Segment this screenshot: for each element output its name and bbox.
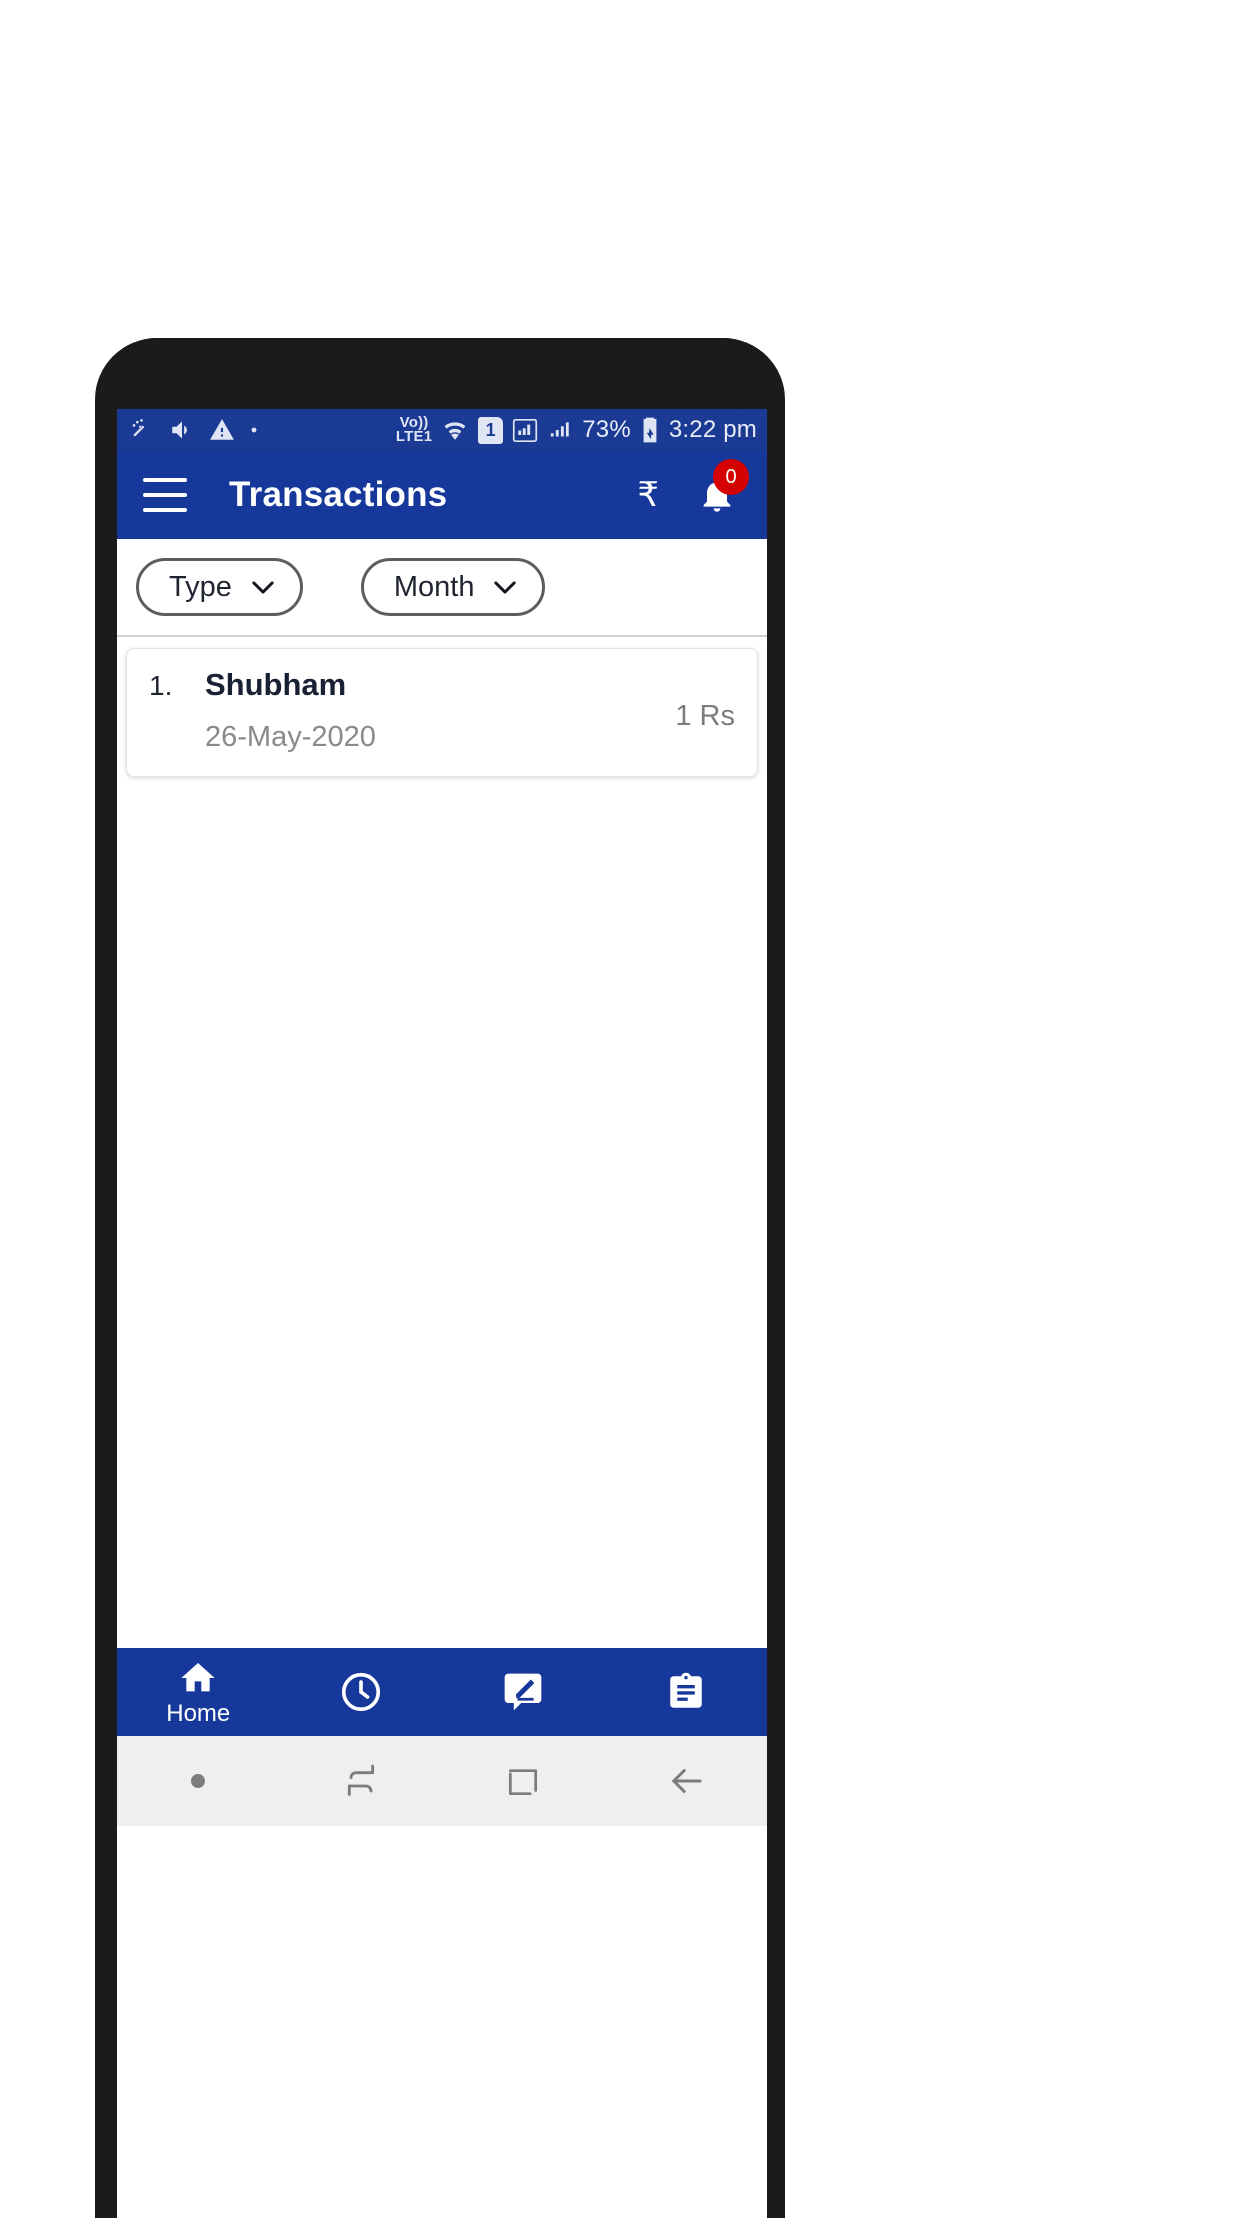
- notification-bell-button[interactable]: 0: [697, 459, 749, 515]
- bottom-navigation: Home: [117, 1648, 767, 1736]
- hamburger-line-3: [143, 508, 187, 512]
- app-bar-actions: ₹ 0: [637, 459, 749, 515]
- status-bar-right-icons: Vo)) LTE1 1 73% 3:22 pm: [395, 415, 757, 445]
- nav-item-home-label: Home: [166, 1700, 231, 1727]
- transaction-header: 1. Shubham: [149, 667, 675, 703]
- sim1-icon: 1: [478, 416, 504, 444]
- chevron-down-icon: [494, 580, 517, 594]
- phone-screen: Vo)) LTE1 1 73% 3:22 pm Transactions ₹ 0…: [117, 409, 767, 2218]
- warning-icon: [210, 419, 234, 440]
- hamburger-line-1: [143, 478, 187, 482]
- dot-icon: [191, 1774, 206, 1788]
- system-navigation-bar: [117, 1736, 767, 1826]
- back-arrow-icon: [672, 1769, 702, 1793]
- wifi-icon: [444, 422, 466, 440]
- signal2-icon: [550, 422, 569, 437]
- home-icon: [181, 1663, 215, 1692]
- dot-icon: [251, 427, 257, 433]
- transaction-index: 1.: [149, 670, 173, 701]
- switch-apps-icon: [347, 1764, 374, 1796]
- transaction-details: 1. Shubham 26-May-2020: [149, 667, 675, 754]
- magic-wand-icon: [132, 418, 145, 437]
- recents-square-icon: [509, 1769, 538, 1796]
- history-clock-icon: [341, 1672, 380, 1712]
- chevron-down-icon: [252, 580, 274, 594]
- clipboard-icon: [670, 1672, 702, 1708]
- notification-badge-count: 0: [713, 459, 749, 495]
- transaction-name: Shubham: [205, 667, 347, 702]
- volte-line2: LTE1: [395, 428, 433, 445]
- hamburger-menu-icon[interactable]: [143, 478, 187, 512]
- clock-time: 3:22 pm: [668, 416, 757, 443]
- transaction-amount: 1 Rs: [675, 700, 735, 732]
- signal-icon: [513, 418, 538, 442]
- filter-chip-month[interactable]: Month: [360, 558, 546, 616]
- table-row[interactable]: 1. Shubham 26-May-2020 1 Rs: [126, 648, 758, 777]
- filter-chip-month-label: Month: [393, 570, 475, 603]
- rupee-icon[interactable]: ₹: [637, 478, 659, 512]
- nav-item-history[interactable]: [280, 1669, 443, 1715]
- sim-label: 1: [485, 419, 496, 440]
- nav-item-reports[interactable]: [605, 1670, 768, 1714]
- nav-item-feedback[interactable]: [442, 1670, 605, 1714]
- page-title: Transactions: [229, 475, 448, 514]
- filter-chip-type-label: Type: [169, 570, 232, 603]
- feedback-message-icon: [504, 1673, 542, 1711]
- volume-icon: [172, 421, 187, 439]
- status-bar-left-icons: [129, 417, 259, 443]
- transaction-date: 26-May-2020: [205, 721, 376, 753]
- battery-charging-icon: [643, 417, 657, 443]
- transaction-list: 1. Shubham 26-May-2020 1 Rs: [117, 637, 767, 1648]
- status-bar: Vo)) LTE1 1 73% 3:22 pm: [117, 409, 767, 451]
- system-nav-dot[interactable]: [117, 1774, 280, 1788]
- volte-indicator: Vo)) LTE1: [395, 415, 433, 445]
- system-nav-recents[interactable]: [442, 1762, 605, 1800]
- system-nav-back[interactable]: [605, 1760, 768, 1802]
- phone-frame: Vo)) LTE1 1 73% 3:22 pm Transactions ₹ 0…: [95, 338, 785, 2218]
- system-nav-switch-apps[interactable]: [280, 1761, 443, 1801]
- filter-chip-type[interactable]: Type: [136, 558, 303, 616]
- battery-percent: 73%: [582, 416, 631, 443]
- nav-item-home[interactable]: Home: [117, 1658, 280, 1726]
- filter-bar: Type Month: [117, 539, 767, 637]
- app-bar: Transactions ₹ 0: [117, 451, 767, 539]
- hamburger-line-2: [143, 493, 187, 497]
